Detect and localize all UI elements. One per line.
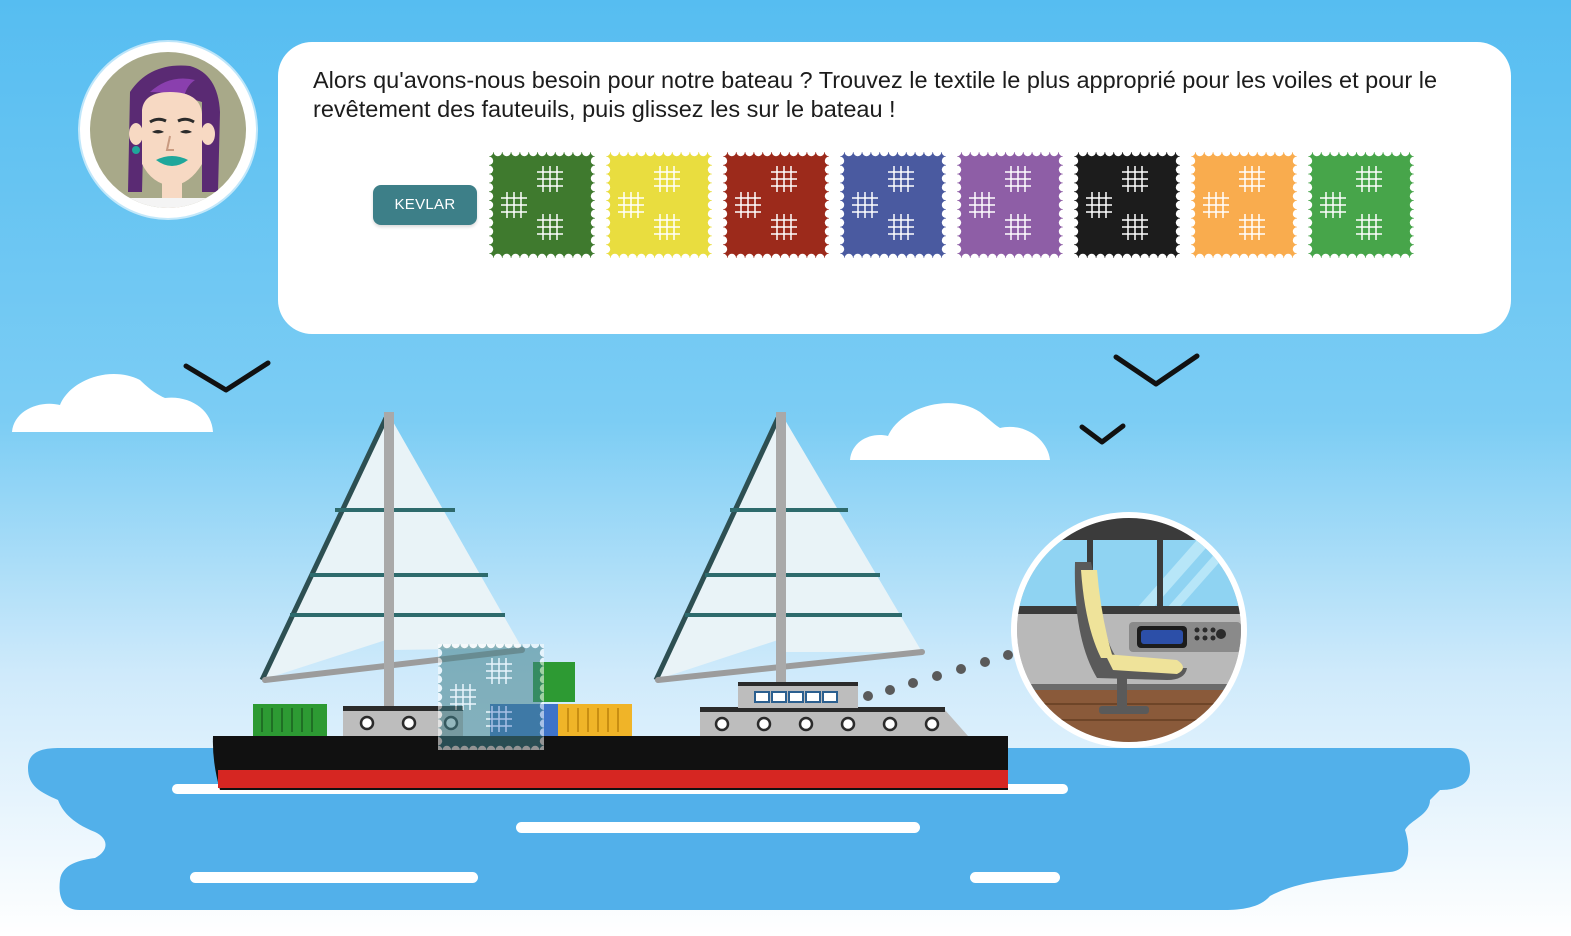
deck (343, 682, 968, 736)
blue-textile-swatch[interactable] (835, 147, 951, 263)
seat-zoom-view[interactable] (1011, 512, 1247, 748)
armchair-interior-icon (1017, 518, 1241, 742)
woman-purple-hair-avatar-icon (90, 52, 246, 208)
character-avatar (80, 42, 256, 218)
boat-hull (212, 736, 1008, 790)
black-textile-swatch[interactable] (1069, 147, 1185, 263)
cloud-right (850, 403, 1050, 460)
cloud-left (12, 374, 213, 432)
kevlar-button[interactable]: KEVLAR (373, 185, 477, 225)
yellow-textile-swatch[interactable] (601, 147, 717, 263)
instruction-text: Alors qu'avons-nous besoin pour notre ba… (313, 67, 1438, 122)
birds (183, 353, 1200, 445)
green-textile-swatch[interactable] (1303, 147, 1419, 263)
red-textile-swatch[interactable] (718, 147, 834, 263)
instruction-bubble: Alors qu'avons-nous besoin pour notre ba… (278, 42, 1511, 334)
purple-textile-swatch[interactable] (952, 147, 1068, 263)
dragged-textile-swatch[interactable] (433, 639, 549, 755)
orange-textile-swatch[interactable] (1186, 147, 1302, 263)
dark-green-textile-swatch[interactable] (484, 147, 600, 263)
